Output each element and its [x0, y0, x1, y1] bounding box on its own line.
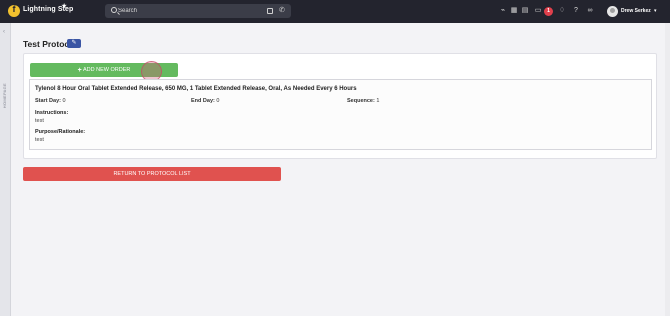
help-icon[interactable]: ?	[571, 6, 581, 16]
calendar-search-icon[interactable]	[267, 8, 273, 14]
top-navbar: f Lightning Step ★ ✆ ⌁ ▦ ▤ ▭ 1 ♢ ? ∞ Dre…	[0, 0, 670, 23]
page-scrollbar[interactable]	[665, 23, 670, 316]
chevron-left-icon[interactable]: ‹	[3, 29, 5, 35]
favorite-star-icon[interactable]: ★	[61, 2, 67, 10]
order-title: Tylenol 8 Hour Oral Tablet Extended Rele…	[35, 86, 357, 92]
add-new-order-label: ADD NEW ORDER	[82, 67, 131, 73]
sequence-field: Sequence: 1	[347, 98, 379, 104]
start-day-label: Start Day:	[35, 98, 61, 104]
notification-badge[interactable]: 1	[544, 7, 553, 16]
phone-icon[interactable]: ✆	[279, 6, 285, 16]
end-day-field: End Day: 0	[191, 98, 219, 104]
protocol-card: + ADD NEW ORDER Tylenol 8 Hour Oral Tabl…	[23, 53, 657, 159]
avatar[interactable]	[607, 6, 618, 17]
start-day-field: Start Day: 0	[35, 98, 66, 104]
collapsed-sidebar: ‹ HOMEPAGE	[0, 23, 11, 316]
end-day-value: 0	[216, 98, 220, 104]
purpose-label: Purpose/Rationale:	[35, 129, 86, 135]
start-day-value: 0	[62, 98, 66, 104]
grid-icon[interactable]: ▤	[520, 6, 530, 16]
chat-icon[interactable]: ▭	[533, 6, 543, 16]
calendar-icon[interactable]: ▦	[509, 6, 519, 16]
link-icon[interactable]: ∞	[585, 6, 595, 16]
search-icon	[111, 7, 117, 13]
lightning-step-logo[interactable]: f	[8, 4, 20, 17]
sequence-value: 1	[376, 98, 380, 104]
megaphone-icon[interactable]: ⌁	[498, 6, 508, 16]
purpose-value: test	[35, 137, 44, 143]
sequence-label: Sequence:	[347, 98, 375, 104]
user-name[interactable]: Drew Serkez	[621, 8, 651, 14]
search-bar[interactable]: ✆	[105, 4, 291, 18]
instructions-label: Instructions:	[35, 110, 69, 116]
end-day-label: End Day:	[191, 98, 215, 104]
search-input[interactable]	[118, 6, 258, 16]
return-to-protocol-list-button[interactable]: RETURN TO PROTOCOL LIST	[23, 167, 281, 181]
order-item[interactable]: Tylenol 8 Hour Oral Tablet Extended Rele…	[29, 79, 652, 150]
logo-glyph: f	[12, 4, 16, 14]
instructions-value: test	[35, 118, 44, 124]
sidebar-label[interactable]: HOMEPAGE	[2, 83, 7, 108]
pencil-icon: ✎	[71, 40, 77, 46]
plus-icon: +	[77, 67, 82, 74]
bell-icon[interactable]: ♢	[557, 6, 567, 16]
edit-protocol-button[interactable]: ✎	[67, 39, 81, 48]
chevron-down-icon[interactable]: ▾	[654, 8, 657, 14]
